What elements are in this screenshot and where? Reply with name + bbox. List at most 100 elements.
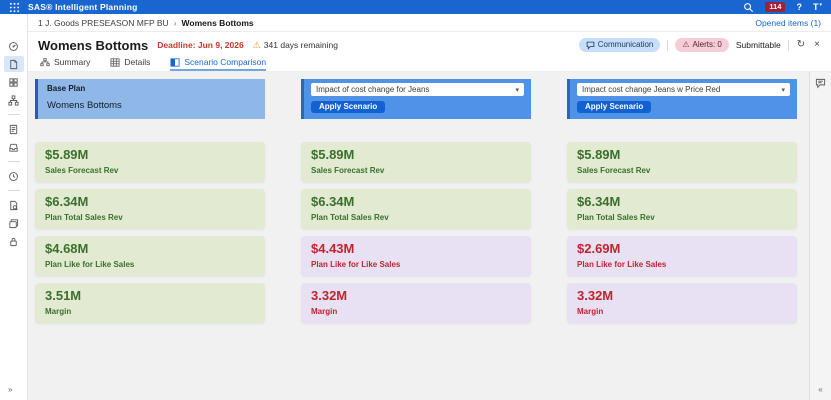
alert-warning-icon: ⚠ [682, 40, 690, 50]
clock-icon[interactable] [4, 168, 24, 184]
app-launcher-button[interactable] [0, 2, 28, 13]
kpi-value: 3.32M [577, 288, 614, 303]
help-button[interactable]: ? [796, 2, 802, 12]
comparison-icon [170, 57, 180, 67]
right-rail: « [809, 72, 831, 400]
kpi-value: $6.34M [311, 194, 355, 209]
topbar-actions: 114 ? T ▾ [743, 2, 831, 13]
divider [667, 39, 669, 51]
kpi-label: Plan Total Sales Rev [45, 212, 123, 222]
scenario-column-2: Impact cost change Jeans w Price Red ▾ A… [567, 79, 797, 400]
notification-badge[interactable]: 114 [765, 2, 786, 12]
kpi-card-sales-forecast: $5.89M Sales Forecast Rev [35, 142, 265, 182]
tab-label: Summary [54, 57, 91, 67]
tab-bar: Summary Details Scenario Comparison [28, 57, 831, 72]
tab-summary[interactable]: Summary [40, 57, 90, 71]
close-button[interactable]: × [813, 40, 821, 50]
scenario-header: Impact of cost change for Jeans ▾ Apply … [301, 79, 531, 119]
warning-icon: ⚠ [252, 39, 261, 50]
kpi-label: Plan Like for Like Sales [577, 259, 667, 269]
layers-icon[interactable] [4, 215, 24, 231]
divider [787, 39, 789, 51]
app-title: SAS® Intelligent Planning [28, 2, 138, 12]
top-header-bar: SAS® Intelligent Planning 114 ? T ▾ [0, 0, 831, 14]
page-title: Womens Bottoms [38, 37, 149, 53]
kpi-value: 3.32M [311, 288, 348, 303]
sidebar-expand-button[interactable]: » [0, 385, 12, 394]
waffle-icon [9, 2, 19, 12]
breadcrumb-parent[interactable]: 1 J. Goods PRESEASON MFP BU [38, 18, 169, 28]
kpi-card-margin: 3.32M Margin [567, 283, 797, 323]
kpi-label: Sales Forecast Rev [577, 165, 651, 175]
scenario-column-1: Impact of cost change for Jeans ▾ Apply … [301, 79, 531, 400]
kpi-value: $5.89M [577, 147, 621, 162]
search-icon[interactable] [743, 2, 754, 13]
file-icon[interactable] [4, 121, 24, 137]
rail-collapse-button[interactable]: « [818, 385, 822, 394]
scenario-select[interactable]: Impact of cost change for Jeans ▾ [311, 83, 524, 96]
base-plan-column: Base Plan Womens Bottoms $5.89M Sales Fo… [35, 79, 265, 400]
left-sidebar: » [0, 14, 28, 400]
hierarchy-icon[interactable] [4, 92, 24, 108]
tab-label: Details [124, 57, 151, 67]
deadline-text: Deadline: Jun 9, 2026 [157, 40, 244, 50]
avatar-caret-icon: ▾ [819, 1, 822, 8]
doc-search-icon[interactable] [4, 197, 24, 213]
apply-scenario-button[interactable]: Apply Scenario [577, 100, 652, 113]
gauge-icon[interactable] [4, 38, 24, 54]
details-icon [110, 57, 120, 67]
kpi-value: $5.89M [311, 147, 355, 162]
breadcrumb-separator-icon: › [173, 17, 177, 28]
kpi-card-sales-forecast: $5.89M Sales Forecast Rev [567, 142, 797, 182]
refresh-button[interactable]: ↻ [796, 40, 806, 50]
document-icon[interactable] [3, 56, 24, 72]
tab-details[interactable]: Details [110, 57, 150, 71]
breadcrumb: 1 J. Goods PRESEASON MFP BU › Womens Bot… [28, 14, 831, 32]
chevron-down-icon: ▾ [515, 86, 519, 94]
base-plan-name: Womens Bottoms [47, 100, 122, 111]
user-avatar[interactable]: T ▾ [813, 1, 822, 12]
sidebar-divider [7, 190, 20, 191]
grid-icon[interactable] [4, 74, 24, 90]
scenario-select-value: Impact of cost change for Jeans [316, 85, 430, 94]
kpi-card-sales-forecast: $5.89M Sales Forecast Rev [301, 142, 531, 182]
base-plan-header: Base Plan Womens Bottoms [35, 79, 265, 119]
lock-icon[interactable] [4, 233, 24, 249]
kpi-card-like-for-like: $2.69M Plan Like for Like Sales [567, 236, 797, 276]
kpi-label: Plan Total Sales Rev [577, 212, 655, 222]
title-actions: Communication ⚠ Alerts: 0 Submittable ↻ … [578, 38, 821, 52]
submittable-status: Submittable [735, 40, 781, 50]
chevron-down-icon: ▾ [781, 86, 785, 94]
breadcrumb-current: Womens Bottoms [181, 17, 254, 28]
kpi-value: $2.69M [577, 241, 621, 256]
scenario-header: Impact cost change Jeans w Price Red ▾ A… [567, 79, 797, 119]
sidebar-divider [7, 114, 20, 115]
kpi-label: Plan Like for Like Sales [45, 259, 135, 269]
kpi-card-like-for-like: $4.43M Plan Like for Like Sales [301, 236, 531, 276]
kpi-label: Plan Like for Like Sales [311, 259, 401, 269]
kpi-value: $5.89M [45, 147, 89, 162]
kpi-label: Sales Forecast Rev [311, 165, 385, 175]
alerts-label: Alerts: 0 [692, 40, 722, 50]
scenario-select-value: Impact cost change Jeans w Price Red [582, 85, 721, 94]
alerts-badge[interactable]: ⚠ Alerts: 0 [675, 38, 729, 52]
sidebar-divider [7, 161, 20, 162]
kpi-label: Plan Total Sales Rev [311, 212, 389, 222]
kpi-card-plan-total-sales: $6.34M Plan Total Sales Rev [301, 189, 531, 229]
tray-icon[interactable] [4, 139, 24, 155]
scenario-comparison-panel: Base Plan Womens Bottoms $5.89M Sales Fo… [28, 72, 809, 400]
kpi-card-margin: 3.32M Margin [301, 283, 531, 323]
communication-badge[interactable]: Communication [578, 38, 661, 52]
kpi-value: $6.34M [577, 194, 621, 209]
tab-label: Scenario Comparison [184, 57, 267, 67]
scenario-select[interactable]: Impact cost change Jeans w Price Red ▾ [577, 83, 790, 96]
opened-items-link[interactable]: Opened items (1) [755, 18, 821, 28]
kpi-card-like-for-like: $4.68M Plan Like for Like Sales [35, 236, 265, 276]
kpi-card-margin: 3.51M Margin [35, 283, 265, 323]
comment-icon[interactable] [815, 78, 826, 89]
apply-scenario-button[interactable]: Apply Scenario [311, 100, 386, 113]
tab-scenario-comparison[interactable]: Scenario Comparison [170, 57, 267, 71]
days-remaining-text: 341 days remaining [263, 40, 338, 50]
title-row: Womens Bottoms Deadline: Jun 9, 2026 ⚠ 3… [28, 32, 831, 58]
kpi-label: Margin [577, 306, 604, 316]
